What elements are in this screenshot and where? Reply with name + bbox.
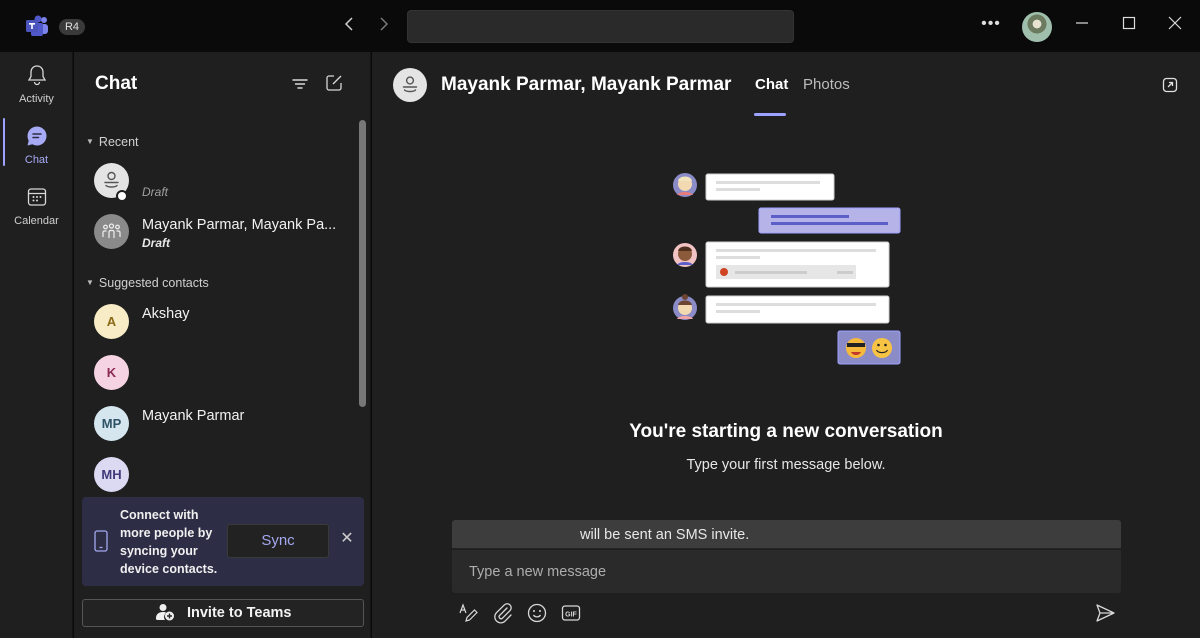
rail-item-chat[interactable]: Chat	[0, 115, 73, 173]
section-label: Suggested contacts	[98, 276, 209, 290]
chat-list-panel: Chat ▼ Recent Draft Mayank Parmar, Mayan…	[74, 52, 371, 638]
chat-list-item[interactable]: Draft	[74, 162, 359, 212]
avatar: A	[94, 304, 129, 339]
forward-button[interactable]	[372, 14, 396, 38]
rail-item-label: Activity	[19, 93, 54, 105]
collapse-triangle-icon: ▼	[86, 137, 94, 146]
smile-emoji-icon	[872, 338, 892, 358]
minimize-icon	[1076, 22, 1088, 24]
section-suggested-contacts[interactable]: ▼ Suggested contacts	[86, 276, 209, 290]
calendar-icon	[27, 188, 46, 206]
search-input[interactable]	[407, 10, 794, 43]
chat-draft-label: Draft	[142, 236, 171, 250]
profile-avatar[interactable]	[1022, 12, 1052, 42]
conversation-title: Mayank Parmar, Mayank Parmar	[441, 74, 732, 95]
invite-to-teams-button[interactable]: Invite to Teams	[82, 599, 364, 627]
contact-name: Mayank Parmar	[142, 408, 245, 424]
empty-state-title: You're starting a new conversation	[629, 421, 943, 442]
minimize-button[interactable]	[1070, 14, 1094, 38]
contact-item[interactable]: MP Mayank Parmar	[74, 405, 359, 455]
chat-list-item[interactable]: Mayank Parmar, Mayank Pa... Draft	[74, 213, 359, 263]
app-rail: Activity Chat Calendar	[0, 52, 73, 638]
rail-item-label: Chat	[24, 154, 49, 166]
chevron-left-icon	[344, 17, 353, 31]
gif-icon[interactable]: GIF	[560, 602, 582, 624]
contact-item[interactable]: A Akshay	[74, 303, 359, 353]
illustration-avatar-2	[673, 243, 697, 267]
contact-name: Akshay	[142, 306, 190, 322]
avatar: MH	[94, 457, 129, 492]
sync-contacts-card: Connect with more people by syncing your…	[82, 497, 364, 586]
section-label: Recent	[98, 135, 139, 149]
chat-name: Mayank Parmar, Mayank Pa...	[142, 217, 337, 233]
chat-list-title: Chat	[95, 73, 138, 94]
status-dot	[116, 190, 128, 202]
maximize-button[interactable]	[1117, 14, 1141, 38]
sms-invite-notice: will be sent an SMS invite.	[452, 520, 1121, 549]
add-person-icon	[155, 604, 174, 621]
close-icon	[1168, 16, 1182, 30]
format-icon[interactable]	[458, 602, 480, 624]
conversation-avatar	[393, 68, 427, 102]
person-placeholder-icon	[402, 76, 418, 93]
rail-item-activity[interactable]: Activity	[0, 54, 73, 112]
rail-item-label: Calendar	[14, 215, 59, 227]
chat-list-scrollbar[interactable]	[359, 120, 366, 407]
pop-out-icon[interactable]	[1162, 77, 1178, 93]
dismiss-sync-card-button[interactable]: ✕	[337, 529, 357, 549]
phone-icon	[94, 530, 108, 552]
rail-item-calendar[interactable]: Calendar	[0, 176, 73, 234]
bell-icon	[27, 65, 46, 86]
more-options-button[interactable]: •••	[980, 14, 1002, 38]
teams-logo-icon	[26, 15, 48, 36]
invite-button-label: Invite to Teams	[186, 605, 292, 621]
illustration-avatar-1	[673, 173, 697, 197]
new-conversation-illustration	[673, 173, 901, 365]
tab-photos[interactable]: Photos	[803, 76, 850, 93]
sunglasses-emoji-icon	[846, 338, 866, 358]
attach-icon[interactable]	[492, 602, 514, 624]
gif-label: GIF	[565, 611, 577, 618]
contact-item[interactable]: K	[74, 354, 359, 404]
chat-bubble-icon	[27, 126, 47, 146]
avatar: K	[94, 355, 129, 390]
close-window-button[interactable]	[1163, 14, 1187, 38]
sync-button[interactable]: Sync	[227, 524, 329, 558]
chevron-right-icon	[380, 17, 389, 31]
org-badge[interactable]: R4	[59, 19, 85, 35]
new-chat-icon[interactable]	[324, 73, 344, 93]
back-button[interactable]	[337, 14, 361, 38]
filter-icon[interactable]	[290, 74, 310, 94]
send-icon[interactable]	[1094, 603, 1116, 623]
avatar	[94, 214, 129, 249]
title-bar: R4 •••	[0, 0, 1200, 52]
tab-chat[interactable]: Chat	[755, 76, 788, 93]
message-input[interactable]	[452, 550, 1121, 593]
group-icon	[102, 223, 121, 238]
maximize-icon	[1122, 16, 1136, 30]
empty-state-subtitle: Type your first message below.	[686, 457, 886, 473]
active-tab-indicator	[754, 113, 786, 116]
sms-invite-text: will be sent an SMS invite.	[580, 527, 750, 543]
emoji-icon[interactable]	[526, 602, 548, 624]
avatar: MP	[94, 406, 129, 441]
chat-draft-label: Draft	[142, 185, 169, 199]
collapse-triangle-icon: ▼	[86, 278, 94, 287]
section-recent[interactable]: ▼ Recent	[86, 135, 139, 149]
conversation-pane: Mayank Parmar, Mayank Parmar Chat Photos	[372, 52, 1200, 638]
illustration-avatar-3	[673, 294, 697, 320]
sync-card-text: Connect with more people by syncing your…	[120, 508, 218, 576]
